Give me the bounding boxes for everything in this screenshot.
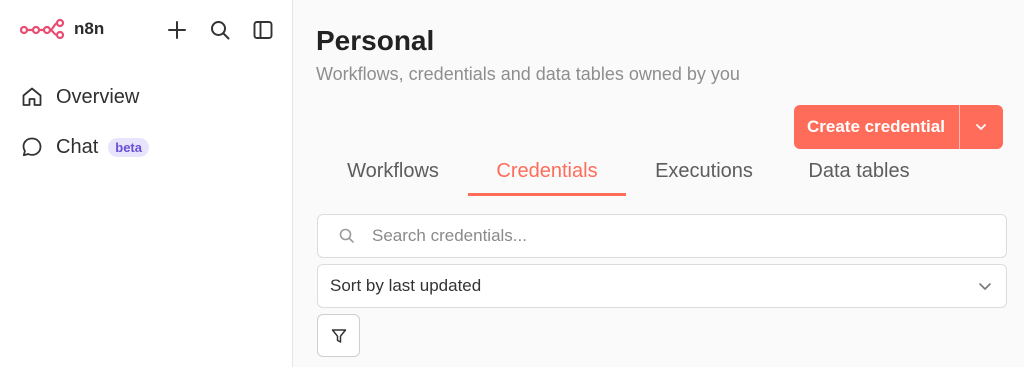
sort-select[interactable]: Sort by last updated (317, 264, 1007, 308)
search-input[interactable] (372, 226, 972, 246)
chat-icon (22, 137, 42, 157)
filter-button[interactable] (317, 314, 360, 357)
page-title: Personal (316, 25, 435, 56)
sidebar-top-actions (166, 19, 274, 41)
main-content: Personal Workflows, credentials and data… (294, 0, 1024, 367)
search-credentials-field[interactable] (317, 214, 1007, 258)
create-options-dropdown-button[interactable] (958, 105, 1003, 149)
sidebar-toggle-icon[interactable] (252, 19, 274, 41)
n8n-logo-icon (20, 18, 65, 40)
create-credential-button[interactable]: Create credential (794, 105, 959, 149)
tab-credentials[interactable]: Credentials (468, 154, 626, 196)
brand-name: n8n (74, 19, 105, 38)
tab-workflows[interactable]: Workflows (334, 154, 452, 196)
brand[interactable]: n8n (20, 18, 104, 40)
page-subtitle: Workflows, credentials and data tables o… (316, 64, 740, 84)
sort-selected-value: Sort by last updated (330, 276, 482, 295)
search-icon[interactable] (209, 19, 231, 41)
sidebar-item-chat[interactable]: Chat beta (20, 134, 275, 160)
filter-icon (331, 328, 346, 343)
sidebar: n8n Overview Chat beta (0, 0, 293, 367)
sidebar-item-label: Chat (56, 135, 99, 158)
home-icon (22, 87, 42, 106)
sidebar-item-overview[interactable]: Overview (20, 84, 275, 110)
tab-bar: Workflows Credentials Executions Data ta… (316, 154, 1024, 196)
tab-executions[interactable]: Executions (642, 154, 766, 196)
plus-icon[interactable] (166, 19, 188, 41)
beta-badge: beta (108, 137, 149, 157)
sidebar-item-label: Overview (56, 85, 140, 108)
sidebar-nav: Overview Chat beta (20, 84, 275, 184)
chevron-down-icon (979, 283, 991, 290)
create-button-group: Create credential (794, 105, 1003, 149)
search-icon (339, 228, 354, 243)
chevron-down-icon (976, 124, 987, 130)
tab-data-tables[interactable]: Data tables (794, 154, 924, 196)
